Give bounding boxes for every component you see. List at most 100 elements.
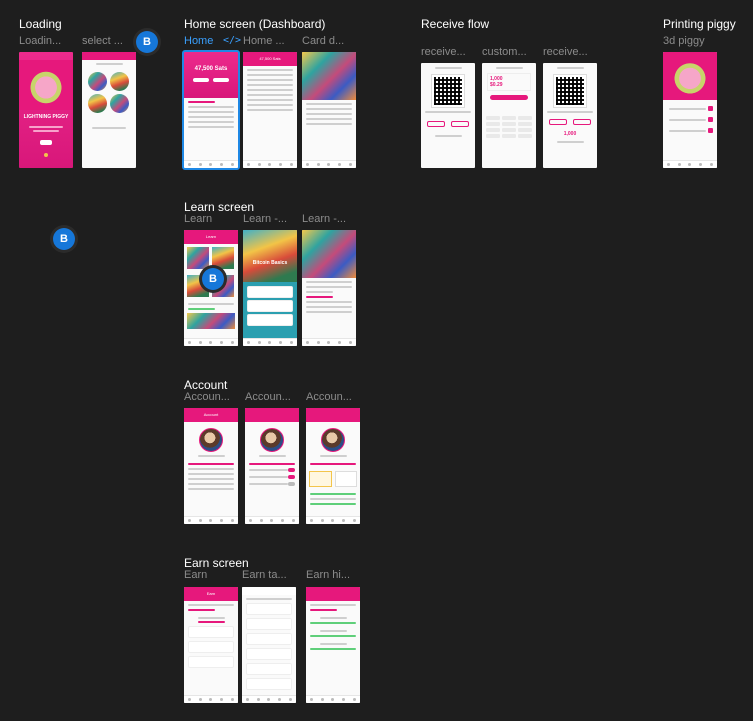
tx-row[interactable] [188,116,234,118]
toggle-switch[interactable] [288,475,295,479]
setting-row[interactable] [188,473,234,475]
tx-row[interactable] [247,104,293,106]
frame-label-select-avatar[interactable]: select ... [82,35,123,47]
frame-learn-2[interactable]: Bitcoin Basics [243,230,297,346]
frame-receive[interactable] [421,63,475,168]
collaborator-avatar[interactable]: B [53,228,75,250]
frame-home[interactable]: 47,500 Sats [182,50,240,170]
section-title-receive[interactable]: Receive flow [421,17,489,31]
tx-row[interactable] [188,121,234,123]
frame-select-avatar[interactable] [82,52,136,168]
reset-amount-link[interactable] [556,141,584,143]
share-button[interactable] [573,119,591,125]
task-row[interactable] [188,641,234,653]
frame-label-3d-piggy[interactable]: 3d piggy [663,35,705,47]
receive-button[interactable] [213,78,229,82]
frame-custom-amount[interactable]: 1,000 $0.29 [482,63,536,168]
frame-label-receive[interactable]: receive... [421,46,466,58]
profile-avatar[interactable] [199,428,223,452]
toggle-switch[interactable] [288,482,295,486]
frame-earn-tasks[interactable] [242,587,296,703]
frame-earn[interactable]: Earn [184,587,238,703]
avatar-option[interactable] [88,94,107,113]
frame-receive-2[interactable]: 1,000 [543,63,597,168]
frame-label-custom-amount[interactable]: custom... [482,46,527,58]
setting-row[interactable] [188,488,234,490]
frame-label-earn-tasks[interactable]: Earn ta... [242,569,287,581]
tx-row[interactable] [247,69,293,71]
frame-label-home-2[interactable]: Home ... [243,35,285,47]
frame-account-3[interactable] [306,408,360,524]
task-row[interactable] [246,663,292,675]
tx-row[interactable] [247,109,293,111]
number-keypad[interactable] [482,114,536,140]
download-button[interactable] [708,117,713,122]
section-title-earn[interactable]: Earn screen [184,556,249,570]
frame-label-account-2[interactable]: Accoun... [245,391,291,403]
frame-card-detail[interactable] [302,52,356,168]
frame-label-receive-2[interactable]: receive... [543,46,588,58]
section-title-learn[interactable]: Learn screen [184,200,254,214]
task-row[interactable] [188,626,234,638]
create-invoice-button[interactable] [490,95,528,100]
frame-label-loading[interactable]: Loadin... [19,35,61,47]
task-row[interactable] [246,633,292,645]
profile-avatar[interactable] [321,428,345,452]
frame-label-learn-2[interactable]: Learn -... [243,213,287,225]
avatar-option[interactable] [88,72,107,91]
frame-3d-piggy[interactable] [663,52,717,168]
section-title-account[interactable]: Account [184,378,227,392]
tx-row[interactable] [247,79,293,81]
task-row[interactable] [246,618,292,630]
setting-row[interactable] [188,483,234,485]
frame-label-learn-3[interactable]: Learn -... [302,213,346,225]
frame-earn-history[interactable] [306,587,360,703]
frame-label-learn[interactable]: Learn [184,213,212,225]
download-button[interactable] [708,106,713,111]
frame-loading[interactable]: LIGHTNING PIGGY [19,52,73,168]
custom-amount-link[interactable] [434,135,462,137]
lesson-row[interactable] [247,300,293,312]
tx-row[interactable] [247,99,293,101]
tx-row[interactable] [247,89,293,91]
lesson-row[interactable] [247,286,293,298]
tx-row[interactable] [247,94,293,96]
course-card[interactable] [212,247,234,269]
select-button[interactable] [92,127,126,129]
frame-label-earn[interactable]: Earn [184,569,207,581]
setting-row[interactable] [188,478,234,480]
tx-row[interactable] [188,126,234,128]
frame-label-account[interactable]: Accoun... [184,391,230,403]
send-button[interactable] [193,78,209,82]
course-card[interactable] [187,313,235,329]
frame-label-earn-history[interactable]: Earn hi... [306,569,350,581]
collaborator-avatar[interactable]: B [136,31,158,53]
lesson-quiz[interactable] [306,296,333,298]
task-row[interactable] [246,603,292,615]
frame-account[interactable]: Account [184,408,238,524]
collaborator-avatar[interactable]: B [202,268,224,290]
section-title-home[interactable]: Home screen (Dashboard) [184,17,325,31]
account-tabs[interactable] [249,463,295,465]
account-tabs[interactable] [188,463,234,465]
badge-row[interactable] [310,498,356,500]
share-button[interactable] [451,121,469,127]
profile-avatar[interactable] [260,428,284,452]
frame-label-account-3[interactable]: Accoun... [306,391,352,403]
copy-button[interactable] [549,119,567,125]
tx-row[interactable] [247,84,293,86]
frame-account-2[interactable] [245,408,299,524]
tx-row[interactable] [188,106,234,108]
avatar-option[interactable] [110,94,129,113]
copy-button[interactable] [427,121,445,127]
lesson-row[interactable] [247,314,293,326]
course-card[interactable] [187,247,209,269]
task-row[interactable] [188,656,234,668]
section-title-printing[interactable]: Printing piggy [663,17,736,31]
toggle-switch[interactable] [288,468,295,472]
account-tabs[interactable] [310,463,356,465]
frame-home-2[interactable]: 47,500 Sats [243,52,297,168]
tx-row[interactable] [247,74,293,76]
frame-label-home[interactable]: Home [184,35,213,47]
frame-label-card-detail[interactable]: Card d... [302,35,344,47]
